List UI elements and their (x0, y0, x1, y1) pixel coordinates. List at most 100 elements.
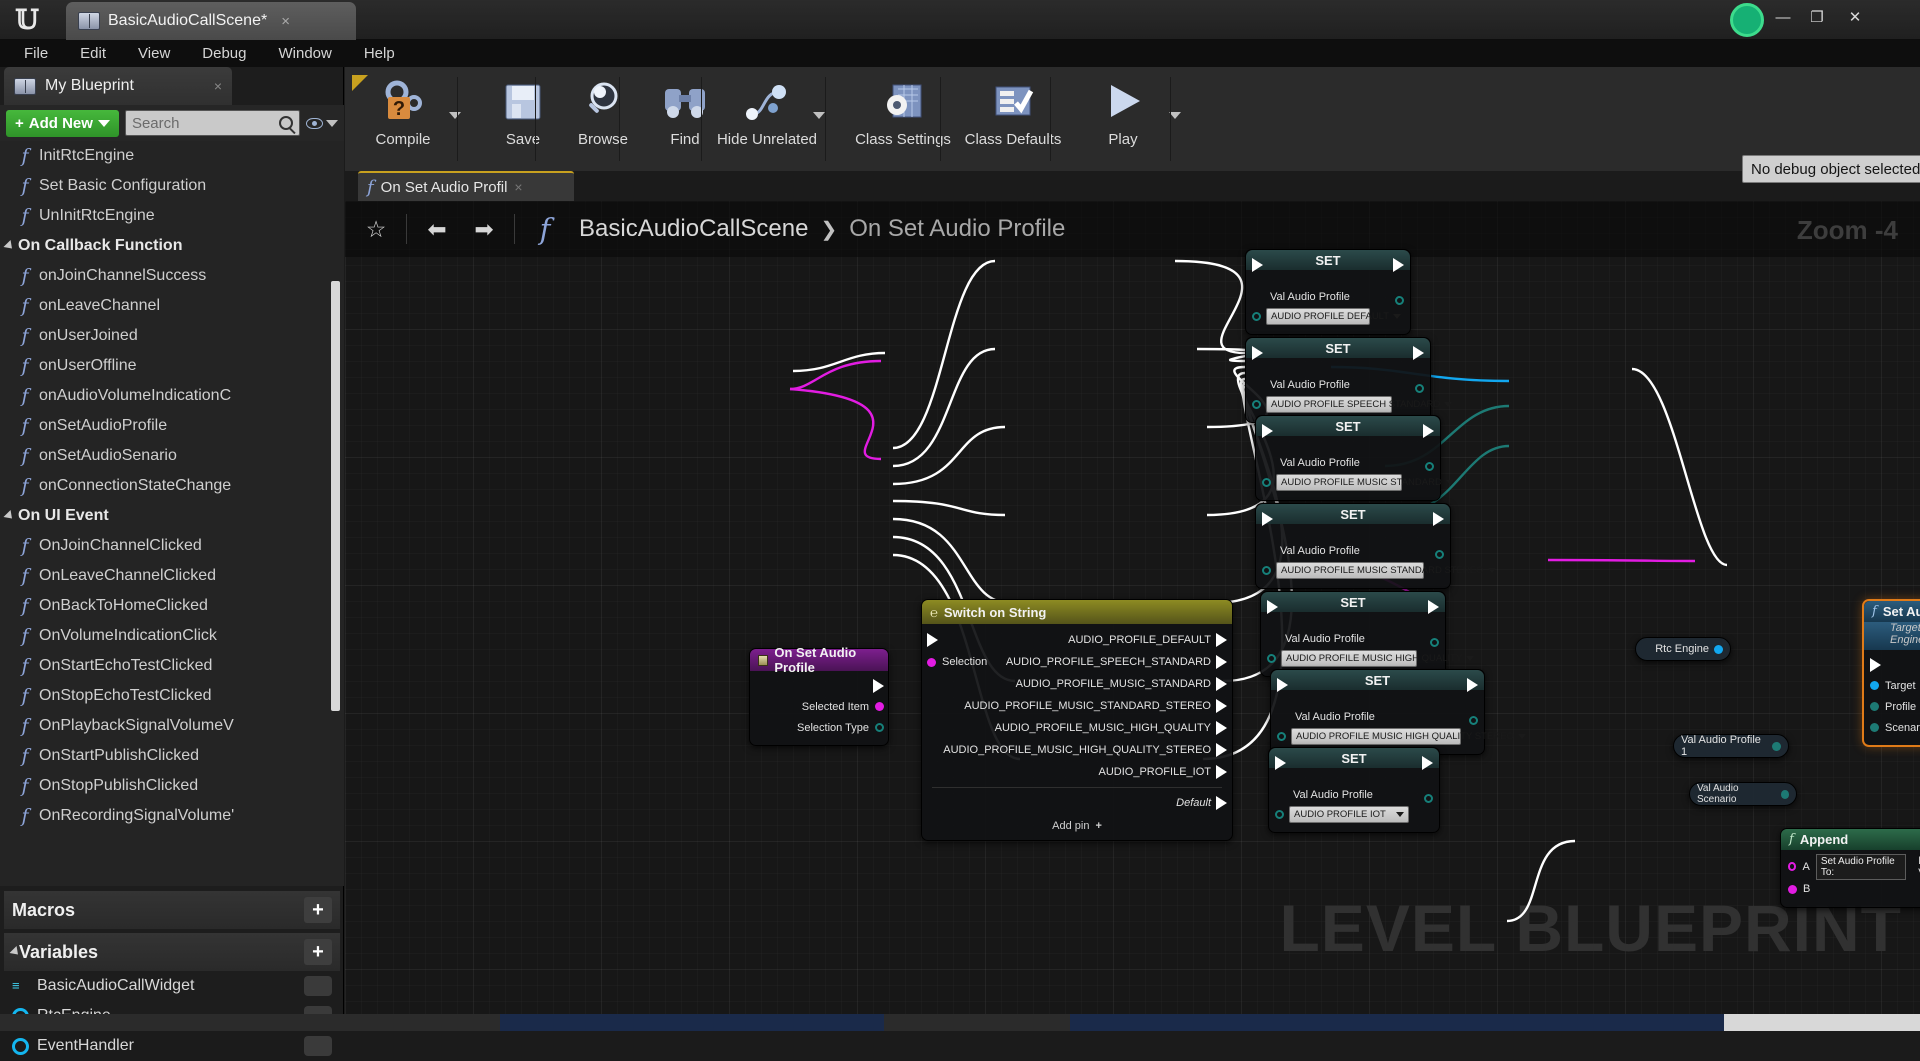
node-set-val-audio-profile[interactable]: SET Val Audio Profile AUDIO PROFILE IOT (1268, 747, 1440, 833)
tree-item-function[interactable]: 𝑓 Set Basic Configuration (0, 171, 344, 201)
node-get-val-audio-profile-1[interactable]: Val Audio Profile 1 (1673, 734, 1789, 758)
input-pin-scenario[interactable] (1870, 723, 1879, 732)
tab-my-blueprint[interactable]: My Blueprint × (4, 67, 232, 105)
node-set-val-audio-profile[interactable]: SET Val Audio Profile AUDIO PROFILE MUSI… (1270, 669, 1526, 755)
close-icon[interactable]: × (514, 179, 522, 195)
tree-item-function[interactable]: 𝑓 OnLeaveChannelClicked (0, 561, 344, 591)
search-input[interactable]: Search (124, 110, 300, 136)
input-pin-value[interactable] (1252, 311, 1261, 321)
menu-item-help[interactable]: Help (348, 42, 411, 65)
tree-item-function[interactable]: 𝑓 onSetAudioSenario (0, 441, 344, 471)
tree-item-function[interactable]: 𝑓 OnVolumeIndicationClick (0, 621, 344, 651)
tree-item-function[interactable]: 𝑓 OnStartEchoTestClicked (0, 651, 344, 681)
add-macro-button[interactable]: + (304, 897, 332, 923)
blueprint-graph-canvas[interactable]: LEVEL BLUEPRINT ☆ ⬅ ➡ 𝑓 BasicAudioCallSc… (345, 201, 1920, 1014)
exec-input-pin[interactable] (1262, 512, 1273, 526)
toolbar-button-hide-unrelated[interactable]: Hide Unrelated (709, 75, 825, 148)
exec-input-pin[interactable] (1252, 258, 1263, 272)
node-switch-on-string[interactable]: ℮ Switch on String AUDIO_PROFILE_DEFAULT… (921, 599, 1233, 841)
output-pin-val-audio-profile[interactable] (1772, 741, 1781, 751)
exec-output-pin[interactable] (873, 679, 884, 693)
append-a-value-field[interactable]: Set Audio Profile To: (1815, 853, 1907, 880)
exec-output-pin-6[interactable] (1216, 765, 1227, 779)
input-pin-value[interactable] (1262, 565, 1271, 575)
plus-icon[interactable]: + (1095, 820, 1101, 832)
node-set-val-audio-profile[interactable]: SET Val Audio Profile AUDIO PROFILE MUSI… (1255, 415, 1454, 501)
exec-output-pin[interactable] (1433, 512, 1444, 526)
tree-item-function[interactable]: 𝑓 UnInitRtcEngine (0, 201, 344, 231)
toolbar-button-play[interactable]: Play (1065, 75, 1181, 148)
node-append[interactable]: 𝑓 Append A Set Audio Profile To: Return … (1780, 828, 1920, 908)
tree-item-function[interactable]: 𝑓 OnRecordingSignalVolume' (0, 801, 344, 831)
output-pin-value[interactable] (1415, 384, 1424, 393)
node-get-val-audio-scenario[interactable]: Val Audio Scenario (1689, 782, 1797, 806)
tree-item-function[interactable]: 𝑓 OnStopPublishClicked (0, 771, 344, 801)
node-set-val-audio-profile[interactable]: SET Val Audio Profile AUDIO PROFILE DEFA… (1245, 249, 1411, 335)
toolbar-button-class-settings[interactable]: Class Settings (845, 75, 961, 148)
exec-output-pin[interactable] (1413, 346, 1424, 360)
input-pin-b[interactable] (1788, 884, 1797, 894)
node-on-set-audio-profile[interactable]: On Set Audio Profile Selected Item Selec… (749, 645, 889, 746)
exec-output-pin-0[interactable] (1216, 633, 1227, 647)
audio-profile-dropdown[interactable]: AUDIO PROFILE SPEECH STANDARD (1266, 395, 1453, 413)
exec-input-pin[interactable] (1870, 658, 1881, 672)
output-pin-value[interactable] (1425, 462, 1434, 471)
exec-output-pin[interactable] (1422, 756, 1433, 770)
exec-input-pin[interactable] (1275, 756, 1286, 770)
exec-output-pin-4[interactable] (1216, 721, 1227, 735)
section-variables[interactable]: Variables + (4, 933, 340, 971)
exec-input-pin[interactable] (1252, 346, 1263, 360)
menu-item-window[interactable]: Window (262, 42, 347, 65)
exec-output-pin[interactable] (1393, 258, 1404, 272)
tree-item-function[interactable]: 𝑓 onUserJoined (0, 321, 344, 351)
audio-profile-dropdown[interactable]: AUDIO PROFILE MUSIC HIGH QUALITY (1281, 649, 1475, 667)
exec-output-pin-1[interactable] (1216, 655, 1227, 669)
tree-item-function[interactable]: 𝑓 InitRtcEngine (0, 141, 344, 171)
output-pin-value[interactable] (1430, 638, 1439, 647)
tree-item-function[interactable]: 𝑓 OnBackToHomeClicked (0, 591, 344, 621)
input-pin-selection[interactable] (927, 657, 936, 667)
breadcrumb-root[interactable]: BasicAudioCallScene (579, 215, 808, 243)
input-pin-value[interactable] (1252, 399, 1261, 409)
tree-item-function[interactable]: 𝑓 onAudioVolumeIndicationC (0, 381, 344, 411)
chevron-down-icon[interactable] (813, 112, 825, 119)
exec-output-pin-5[interactable] (1216, 743, 1227, 757)
variable-visibility-toggle[interactable] (304, 1036, 332, 1056)
node-set-val-audio-profile[interactable]: SET Val Audio Profile AUDIO PROFILE SPEE… (1245, 337, 1453, 423)
exec-output-pin-default[interactable] (1216, 796, 1227, 810)
exec-output-pin-2[interactable] (1216, 677, 1227, 691)
breadcrumb-leaf[interactable]: On Set Audio Profile (849, 215, 1065, 243)
tree-item-function[interactable]: 𝑓 onLeaveChannel (0, 291, 344, 321)
exec-output-pin[interactable] (1467, 678, 1478, 692)
tree-item-function[interactable]: 𝑓 OnStopEchoTestClicked (0, 681, 344, 711)
input-pin-value[interactable] (1262, 477, 1271, 487)
audio-profile-dropdown[interactable]: AUDIO PROFILE MUSIC HIGH QUALITY STEREO (1291, 727, 1526, 745)
tree-item-function[interactable]: 𝑓 onJoinChannelSuccess (0, 261, 344, 291)
input-pin-value[interactable] (1267, 653, 1276, 663)
toolbar-button-compile[interactable]: ? Compile (345, 75, 461, 148)
input-pin-profile[interactable] (1870, 702, 1879, 711)
tree-scrollbar[interactable] (331, 281, 340, 711)
node-set-audio-profile[interactable]: 𝑓 Set Audio Profile Target is Agora Rtc … (1862, 599, 1920, 747)
blueprint-tree[interactable]: 𝑓 InitRtcEngine 𝑓 Set Basic Configuration 𝑓 U… (0, 141, 344, 886)
chevron-down-icon[interactable] (449, 112, 461, 119)
exec-output-pin[interactable] (1428, 600, 1439, 614)
forward-arrow-icon[interactable]: ➡ (467, 212, 501, 246)
debug-object-select[interactable]: No debug object selected (1742, 155, 1920, 183)
output-pin-value[interactable] (1469, 716, 1478, 725)
section-macros[interactable]: Macros + (4, 891, 340, 929)
output-pin-value[interactable] (1395, 296, 1404, 305)
exec-input-pin[interactable] (1267, 600, 1278, 614)
maximize-button[interactable]: ❐ (1802, 5, 1832, 29)
input-pin-value[interactable] (1275, 809, 1284, 819)
exec-output-pin[interactable] (1423, 424, 1434, 438)
audio-profile-dropdown[interactable]: AUDIO PROFILE DEFAULT (1266, 307, 1402, 325)
add-variable-button[interactable]: + (304, 939, 332, 965)
close-icon[interactable]: × (281, 13, 290, 30)
tree-category[interactable]: On UI Event (0, 501, 344, 531)
exec-input-pin[interactable] (1277, 678, 1288, 692)
add-pin-label[interactable]: Add pin (1052, 820, 1089, 832)
output-pin-value[interactable] (1435, 550, 1444, 559)
close-icon[interactable]: × (214, 78, 222, 94)
close-window-button[interactable]: ✕ (1840, 5, 1870, 29)
